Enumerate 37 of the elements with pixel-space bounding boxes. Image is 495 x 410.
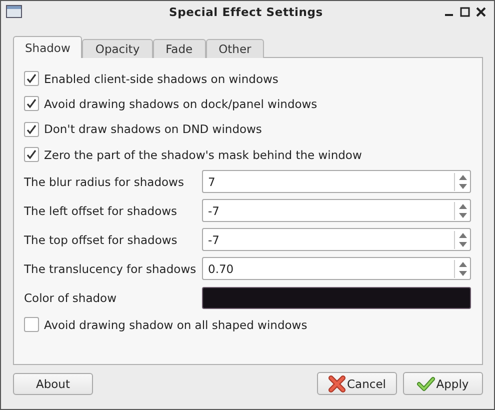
spin-field[interactable]: 0.70 [202, 257, 471, 280]
about-button[interactable]: About [13, 372, 93, 394]
spin-field[interactable]: -7 [202, 199, 471, 222]
spin-arrows-icon[interactable] [454, 202, 469, 220]
close-icon[interactable] [476, 6, 486, 16]
field-label: The translucency for shadows [24, 262, 198, 276]
spin-field[interactable]: 7 [202, 170, 471, 194]
checkbox-label: Don't draw shadows on DND windows [44, 122, 262, 136]
spin-arrows-icon[interactable] [454, 172, 469, 191]
x-icon [328, 374, 346, 392]
field-label: Color of shadow [24, 290, 118, 305]
checkbox[interactable] [24, 122, 39, 137]
apply-button[interactable]: Apply [403, 372, 483, 395]
checkbox-label: Zero the part of the shadow's mask behind the window [44, 148, 362, 162]
checkbox[interactable] [24, 71, 39, 86]
tab[interactable]: Shadow [13, 36, 82, 58]
spin-arrows-icon[interactable] [454, 230, 469, 249]
field-label: The left offset for shadows [24, 204, 178, 218]
color-swatch-button[interactable] [202, 286, 471, 309]
checkbox-label: Avoid drawing shadows on dock/panel windows [44, 96, 318, 111]
maximize-icon[interactable] [460, 6, 470, 16]
field-label: The blur radius for shadows [24, 174, 185, 189]
tab[interactable]: Fade [152, 39, 206, 58]
spin-field[interactable]: -7 [202, 228, 471, 252]
checkmark-icon [417, 376, 436, 392]
checkbox[interactable] [24, 147, 39, 162]
window-title: Special Effect Settings [168, 4, 324, 18]
cancel-button[interactable]: Cancel [317, 372, 397, 395]
field-label: The top offset for shadows [24, 232, 178, 247]
checkbox-label: Avoid drawing shadow on all shaped windows [44, 318, 308, 332]
checkbox[interactable] [24, 96, 39, 112]
spin-arrows-icon[interactable] [454, 260, 469, 278]
checkbox[interactable] [24, 317, 39, 332]
tab[interactable]: Opacity [82, 39, 153, 58]
checkbox-label: Enabled client-side shadows on windows [44, 72, 278, 86]
tab[interactable]: Other [206, 39, 264, 58]
window-icon [6, 5, 22, 18]
